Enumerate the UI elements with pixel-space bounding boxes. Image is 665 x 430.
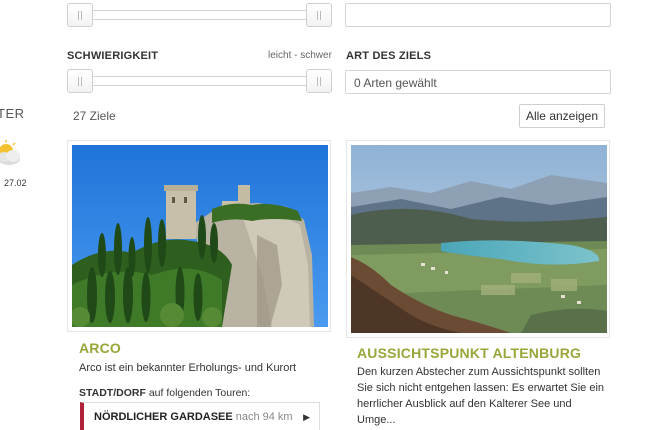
description-line: herrlicher Ausblick auf den Kalterer See… bbox=[357, 398, 572, 410]
difficulty-label: SCHWIERIGKEIT bbox=[67, 50, 159, 62]
tour-link-noerdlicher-gardasee[interactable]: NÖRDLICHER GARDASEE nach 94 km ▶ bbox=[80, 402, 320, 430]
show-all-button[interactable]: Alle anzeigen bbox=[519, 104, 605, 128]
top-slider-min-handle[interactable] bbox=[67, 3, 93, 27]
difficulty-max-handle[interactable] bbox=[306, 69, 332, 93]
tours-info-arco: STADT/DORF auf folgenden Touren: bbox=[79, 387, 250, 399]
destination-type-label: ART DES ZIELS bbox=[346, 50, 432, 62]
top-filter-input[interactable] bbox=[345, 3, 611, 27]
card-title-arco[interactable]: ARCO bbox=[79, 340, 121, 356]
destination-card-arco[interactable] bbox=[67, 140, 331, 332]
tours-suffix: auf folgenden Touren: bbox=[148, 387, 251, 399]
top-range-slider[interactable] bbox=[67, 3, 332, 27]
difficulty-hint: leicht - schwer bbox=[268, 50, 332, 61]
weather-date: 27.02 bbox=[4, 178, 27, 188]
tour-distance: nach 94 km bbox=[235, 411, 293, 423]
weather-label: TER bbox=[0, 106, 25, 121]
card-description-altenburg: Den kurzen Abstecher zum Aussichtspunkt … bbox=[357, 364, 604, 428]
top-slider-range bbox=[80, 10, 319, 20]
arco-photo[interactable] bbox=[72, 145, 328, 327]
difficulty-min-handle[interactable] bbox=[67, 69, 93, 93]
partly-cloudy-icon bbox=[0, 140, 24, 170]
difficulty-slider[interactable] bbox=[67, 69, 332, 93]
description-line: Umge... bbox=[357, 414, 396, 426]
difficulty-slider-range bbox=[80, 76, 319, 86]
results-count: 27 Ziele bbox=[73, 109, 116, 123]
top-slider-max-handle[interactable] bbox=[306, 3, 332, 27]
play-arrow-icon: ▶ bbox=[303, 412, 310, 422]
card-description-arco: Arco ist ein bekannter Erholungs- und Ku… bbox=[79, 362, 297, 374]
description-line: Den kurzen Abstecher zum Aussichtspunkt … bbox=[357, 366, 601, 378]
altenburg-photo[interactable] bbox=[351, 145, 607, 333]
tours-category: STADT/DORF bbox=[79, 387, 146, 399]
destination-type-select[interactable]: 0 Arten gewählt bbox=[345, 70, 611, 94]
description-line: Sie sich nicht entgehen lassen: Es erwar… bbox=[357, 382, 605, 394]
destination-card-altenburg[interactable] bbox=[346, 140, 610, 338]
card-title-altenburg[interactable]: AUSSICHTSPUNKT ALTENBURG bbox=[357, 345, 581, 361]
tour-name: NÖRDLICHER GARDASEE bbox=[94, 411, 233, 423]
